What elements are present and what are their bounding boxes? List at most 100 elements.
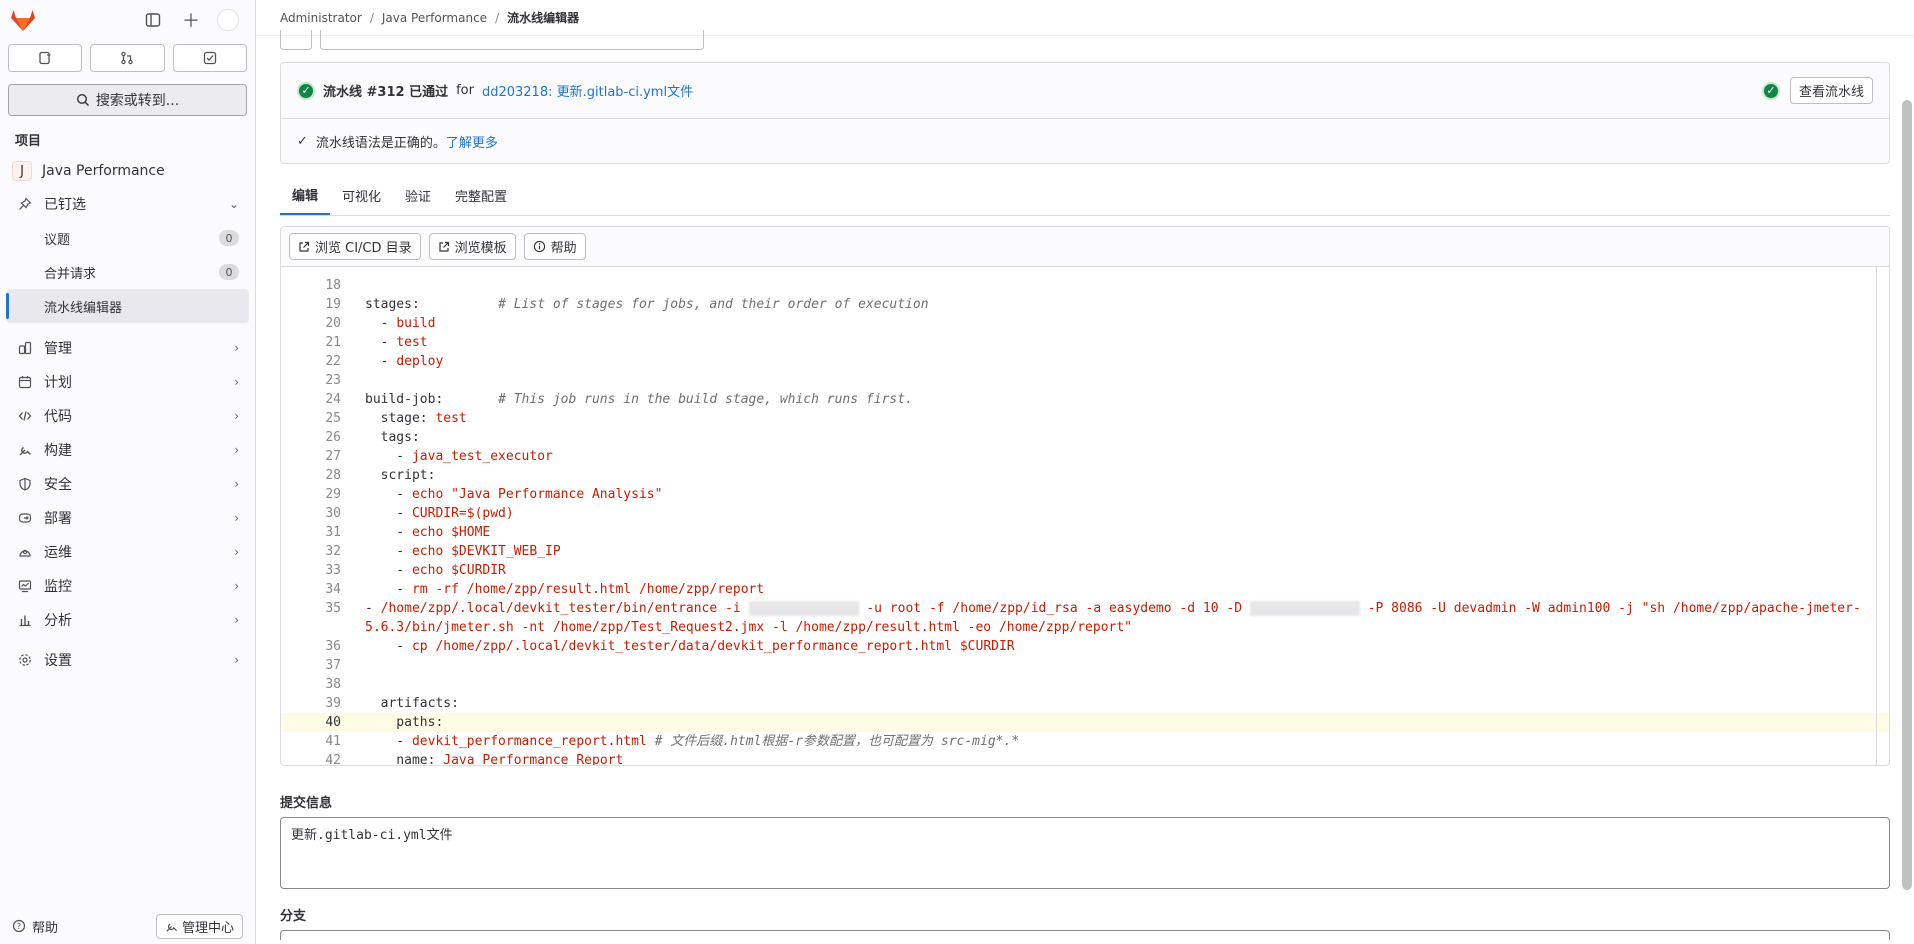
sidebar-item-issues[interactable]: 议题 0	[6, 221, 249, 255]
sidebar-item-pipeline-editor[interactable]: 流水线编辑器	[6, 289, 249, 323]
code-line[interactable]: 42 name: Java_Performance_Report	[281, 751, 1889, 765]
plus-icon[interactable]: ＋	[179, 8, 203, 32]
browse-catalog-button[interactable]: 浏览 CI/CD 目录	[289, 233, 421, 260]
line-number: 38	[325, 677, 341, 692]
code-token: -	[365, 639, 412, 654]
code-line[interactable]: 36 - cp /home/zpp/.local/devkit_tester/d…	[281, 637, 1889, 656]
tab-edit[interactable]: 编辑	[280, 176, 331, 215]
line-text: - echo "Java Performance Analysis"	[341, 485, 662, 504]
admin-area-button[interactable]: 管理中心	[155, 913, 243, 939]
sidebar-item-build[interactable]: 构建 ›	[0, 433, 255, 467]
code-line[interactable]: 24 build-job: # This job runs in the buil…	[281, 390, 1889, 409]
code-line[interactable]: 30 - CURDIR=$(pwd)	[281, 504, 1889, 523]
breadcrumb-item-project[interactable]: Java Performance	[382, 11, 487, 25]
chevron-down-icon: ⌄	[228, 197, 239, 211]
line-text: - echo $CURDIR	[341, 561, 506, 580]
sidebar-item-plan[interactable]: 计划 ›	[0, 365, 255, 399]
code-line[interactable]: 38	[281, 675, 1889, 694]
user-avatar[interactable]	[217, 9, 239, 31]
sidebar-item-deploy[interactable]: 部署 ›	[0, 501, 255, 535]
mini-pipeline-status-icon[interactable]: ✓	[1761, 81, 1780, 100]
line-number: 25	[325, 411, 341, 426]
sidebar-item-manage[interactable]: 管理 ›	[0, 331, 255, 365]
sidebar-item-label: 监控	[44, 579, 72, 595]
file-path-field[interactable]	[320, 30, 704, 50]
commit-link[interactable]: dd203218: 更新.gitlab-ci.yml文件	[482, 81, 693, 100]
search-button[interactable]: 搜索或转到...	[8, 84, 247, 116]
tab-visualize[interactable]: 可视化	[330, 176, 393, 215]
status-success-icon[interactable]: ✓	[297, 81, 315, 100]
code-icon	[16, 409, 34, 423]
line-number: 26	[325, 430, 341, 445]
line-text	[341, 656, 365, 675]
line-text: - rm -rf /home/zpp/result.html /home/zpp…	[341, 580, 764, 599]
sidebar-item-secure[interactable]: 安全 ›	[0, 467, 255, 501]
merge-requests-count-button[interactable]	[90, 44, 165, 72]
sidebar-item-analyze[interactable]: 分析 ›	[0, 603, 255, 637]
branch-selector-fragment	[280, 30, 1890, 50]
code-line[interactable]: 32 - echo $DEVKIT_WEB_IP	[281, 542, 1889, 561]
issues-count-button[interactable]	[8, 44, 83, 72]
code-line[interactable]: 37	[281, 656, 1889, 675]
code-line[interactable]: 20 - build	[281, 314, 1889, 333]
code-line[interactable]: 31 - echo $HOME	[281, 523, 1889, 542]
question-icon: ?	[12, 919, 26, 933]
code-line[interactable]: 25 stage: test	[281, 409, 1889, 428]
chevron-right-icon: ›	[234, 545, 239, 559]
code-line[interactable]: 19 stages: # List of stages for jobs, and…	[281, 295, 1889, 314]
sidebar-item-code[interactable]: 代码 ›	[0, 399, 255, 433]
line-text: - echo $DEVKIT_WEB_IP	[341, 542, 560, 561]
code-token: Java_Performance_Report	[443, 753, 624, 765]
help-button[interactable]: ? 帮助	[12, 917, 58, 936]
code-line[interactable]: 33 - echo $CURDIR	[281, 561, 1889, 580]
code-line[interactable]: 27 - java_test_executor	[281, 447, 1889, 466]
code-line[interactable]: 34 - rm -rf /home/zpp/result.html /home/…	[281, 580, 1889, 599]
learn-more-link[interactable]: 了解更多	[446, 132, 498, 151]
browse-templates-label: 浏览模板	[454, 241, 507, 256]
code-line[interactable]: 35 - /home/zpp/.local/devkit_tester/bin/…	[281, 599, 1889, 637]
code-token: paths:	[365, 715, 444, 730]
breadcrumb-item-user[interactable]: Administrator	[280, 11, 362, 25]
toggle-sidebar-icon[interactable]	[141, 8, 165, 32]
sidebar-item-merge-requests[interactable]: 合并请求 0	[6, 255, 249, 289]
code-token: java_test_executor	[411, 449, 553, 464]
line-text: tags:	[341, 428, 420, 447]
code-lines[interactable]: 18 19 stages: # List of stages for jobs, a…	[281, 267, 1889, 765]
view-pipeline-button[interactable]: 查看流水线	[1789, 77, 1873, 104]
code-line[interactable]: 29 - echo "Java Performance Analysis"	[281, 485, 1889, 504]
code-line[interactable]: 18	[281, 276, 1889, 295]
code-token: stage:	[365, 411, 436, 426]
todos-count-button[interactable]	[172, 44, 247, 72]
branch-switcher-button[interactable]	[280, 30, 312, 50]
sidebar-project[interactable]: J Java Performance	[0, 155, 255, 187]
branch-input[interactable]	[280, 930, 1890, 940]
code-line[interactable]: 21 - test	[281, 333, 1889, 352]
line-number: 24	[325, 392, 341, 407]
sidebar-item-settings[interactable]: 设置 ›	[0, 643, 255, 677]
code-line[interactable]: 40 paths:	[281, 713, 1889, 732]
code-line[interactable]: 41 - devkit_performance_report.html # 文件…	[281, 732, 1889, 751]
chevron-right-icon: ›	[234, 341, 239, 355]
commit-message-input[interactable]: 更新.gitlab-ci.yml文件	[280, 817, 1890, 889]
editor-help-button[interactable]: 帮助	[523, 233, 586, 260]
tab-full-config[interactable]: 完整配置	[443, 176, 519, 215]
sidebar-header: ＋	[0, 0, 255, 40]
line-text: stage: test	[341, 409, 467, 428]
sidebar-item-monitor[interactable]: 监控 ›	[0, 569, 255, 603]
line-text: paths:	[341, 713, 443, 732]
page-scrollbar[interactable]	[1902, 100, 1912, 890]
browse-templates-button[interactable]: 浏览模板	[428, 233, 516, 260]
code-line[interactable]: 26 tags:	[281, 428, 1889, 447]
sidebar-item-pinned[interactable]: 已钉选 ⌄	[0, 187, 255, 221]
line-text: - test	[341, 333, 428, 352]
sidebar-item-operate[interactable]: 运维 ›	[0, 535, 255, 569]
line-text: build-job: # This job runs in the build …	[341, 390, 913, 409]
code-line[interactable]: 39 artifacts:	[281, 694, 1889, 713]
code-line[interactable]: 23	[281, 371, 1889, 390]
code-line[interactable]: 22 - deploy	[281, 352, 1889, 371]
gitlab-logo-icon[interactable]	[8, 5, 38, 35]
breadcrumb-item-current[interactable]: 流水线编辑器	[507, 9, 579, 26]
sidebar-item-label: 运维	[44, 545, 72, 561]
tab-validate[interactable]: 验证	[393, 176, 443, 215]
code-line[interactable]: 28 script:	[281, 466, 1889, 485]
